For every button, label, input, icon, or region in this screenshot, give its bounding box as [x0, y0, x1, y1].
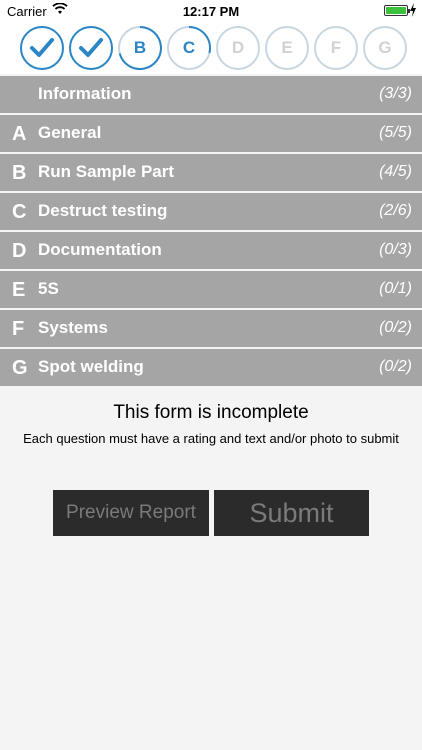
- section-count: (5/5): [379, 124, 412, 141]
- preview-report-button[interactable]: Preview Report: [53, 490, 209, 536]
- section-count: (0/1): [379, 280, 412, 297]
- section-title: Documentation: [38, 240, 162, 259]
- section-count: (4/5): [379, 163, 412, 180]
- step-g[interactable]: G: [363, 26, 407, 70]
- checkmark-icon: [30, 38, 54, 57]
- section-letter: C: [12, 201, 27, 223]
- section-title: General: [38, 123, 102, 142]
- step-f[interactable]: F: [314, 26, 358, 70]
- step-g-label: G: [378, 38, 392, 57]
- step-d[interactable]: D: [216, 26, 260, 70]
- section-row-documentation[interactable]: D Documentation (0/3): [0, 232, 422, 269]
- section-row-destruct-testing[interactable]: C Destruct testing (2/6): [0, 193, 422, 230]
- section-title: Information: [38, 84, 132, 103]
- section-row-run-sample-part[interactable]: B Run Sample Part (4/5): [0, 154, 422, 191]
- section-count: (0/2): [379, 319, 412, 336]
- step-a[interactable]: [69, 26, 113, 70]
- section-letter: G: [12, 357, 28, 379]
- charging-bolt-icon: [410, 3, 416, 17]
- section-letter: B: [12, 162, 27, 184]
- section-row-information[interactable]: Information (3/3): [0, 76, 422, 113]
- section-row-general[interactable]: A General (5/5): [0, 115, 422, 152]
- step-f-label: F: [330, 38, 342, 57]
- section-row-spot-welding[interactable]: G Spot welding (0/2): [0, 349, 422, 386]
- section-title: Spot welding: [38, 357, 144, 376]
- section-title: Run Sample Part: [38, 162, 175, 181]
- status-bar: Carrier 12:17 PM: [0, 0, 422, 22]
- incomplete-form-title: This form is incomplete: [113, 402, 309, 423]
- section-row-systems[interactable]: F Systems (0/2): [0, 310, 422, 347]
- step-e-label: E: [281, 38, 293, 57]
- step-information[interactable]: [20, 26, 64, 70]
- step-c-progress-arc: [188, 26, 211, 54]
- battery-icon: [384, 5, 410, 16]
- step-b-progress-arc: [118, 26, 162, 70]
- section-letter: D: [12, 240, 27, 262]
- section-title: Systems: [38, 318, 108, 337]
- section-count: (3/3): [379, 85, 412, 102]
- section-letter: F: [12, 318, 25, 340]
- section-letter: A: [12, 123, 27, 145]
- status-time: 12:17 PM: [182, 4, 240, 19]
- submit-button[interactable]: Submit: [214, 490, 369, 536]
- section-title: Destruct testing: [38, 201, 168, 220]
- step-e[interactable]: E: [265, 26, 309, 70]
- step-b[interactable]: B: [118, 26, 162, 70]
- section-letter: E: [12, 279, 26, 301]
- checkmark-icon: [79, 38, 103, 57]
- step-d-label: D: [231, 38, 245, 57]
- section-row-5s[interactable]: E 5S (0/1): [0, 271, 422, 308]
- step-c[interactable]: C: [167, 26, 211, 70]
- section-list: Information (3/3) A General (5/5) B Run …: [0, 76, 422, 388]
- section-count: (2/6): [379, 202, 412, 219]
- section-count: (0/2): [379, 358, 412, 375]
- step-progress-bar: B C D E F G: [0, 22, 422, 74]
- section-count: (0/3): [379, 241, 412, 258]
- incomplete-form-subtitle: Each question must have a rating and tex…: [23, 431, 399, 446]
- section-title: 5S: [38, 279, 59, 298]
